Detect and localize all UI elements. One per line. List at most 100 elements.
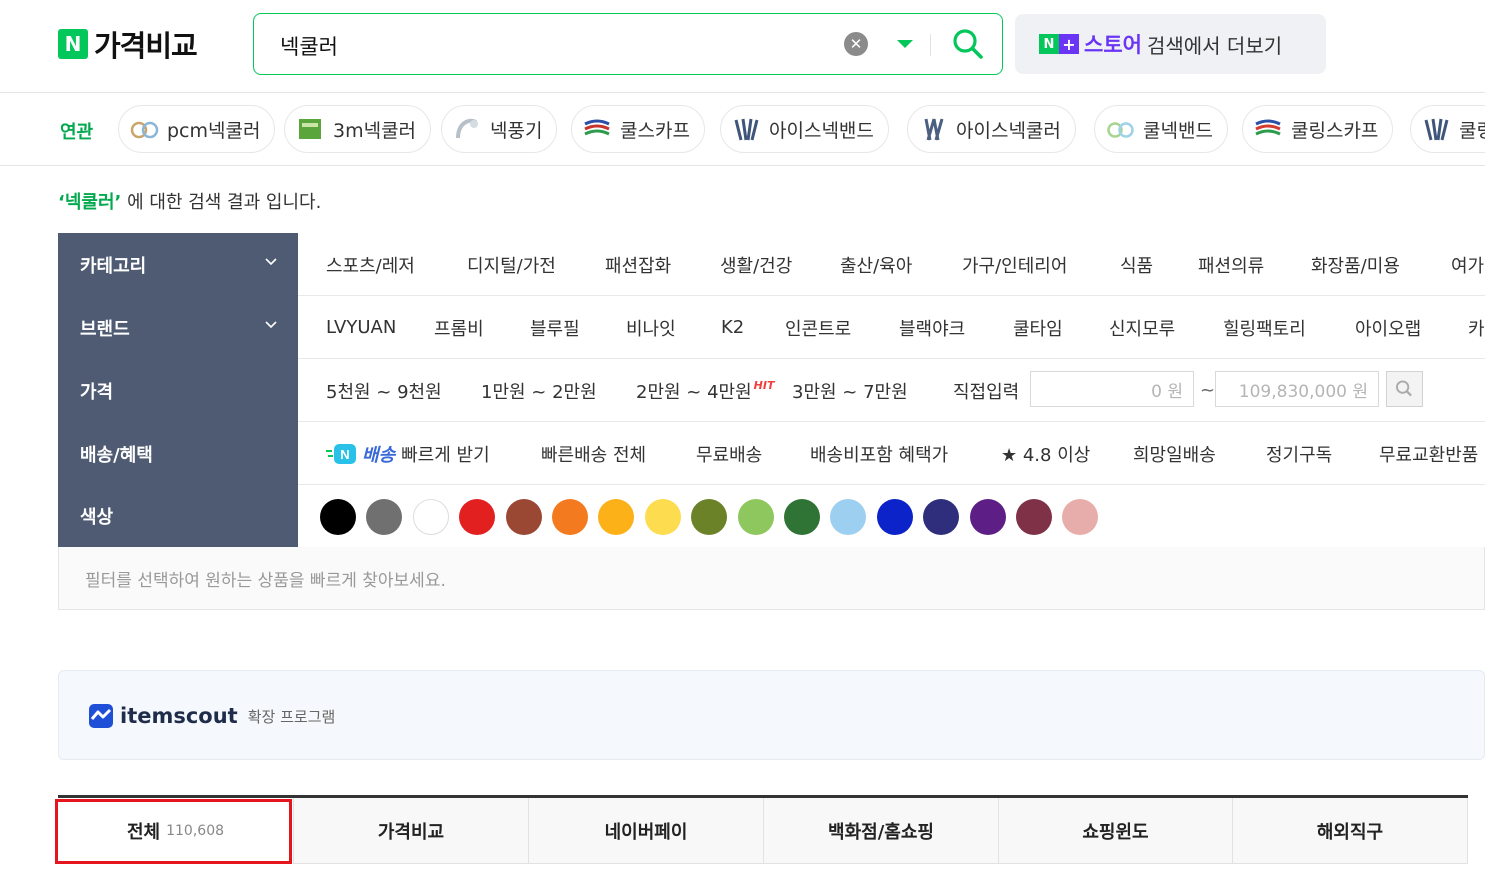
- tab-count: 110,608: [166, 823, 225, 839]
- color-swatch[interactable]: [412, 499, 449, 535]
- filter-option[interactable]: 패션의류: [1198, 233, 1264, 296]
- filter-option[interactable]: 생활/건강: [720, 233, 792, 296]
- filter-option[interactable]: 쿨타임: [1013, 296, 1063, 359]
- tab-naverpay[interactable]: 네이버페이: [529, 798, 764, 864]
- filter-option[interactable]: 블루필: [530, 296, 580, 359]
- cool-neckband-icon: [1107, 122, 1134, 138]
- badge-plus: +: [1059, 34, 1079, 54]
- filter-option[interactable]: 무료교환반품: [1379, 422, 1478, 485]
- related-chip[interactable]: 아이스넥밴드: [720, 105, 889, 153]
- color-swatch[interactable]: [784, 499, 820, 535]
- color-swatch[interactable]: [1062, 499, 1099, 535]
- color-swatch[interactable]: [552, 499, 588, 535]
- filter-option[interactable]: 비나잇: [626, 296, 676, 359]
- filter-header-brand[interactable]: 브랜드: [58, 296, 298, 359]
- chevron-down-icon[interactable]: [264, 255, 278, 269]
- color-swatch[interactable]: [644, 499, 681, 535]
- filter-option[interactable]: 배송비포함 혜택가: [810, 422, 948, 485]
- filter-option[interactable]: 신지모루: [1109, 296, 1175, 359]
- related-keywords-bar: 연관 pcm넥쿨러 3m넥쿨러 넥풍기 쿨스카프 아이스넥밴드 아이스넥쿨러 쿨…: [0, 93, 1485, 166]
- related-chip[interactable]: 쿨링: [1410, 105, 1485, 153]
- filter-option[interactable]: LVYUAN: [326, 296, 396, 359]
- filter-option[interactable]: 5천원 ~ 9천원: [326, 359, 442, 422]
- naver-price-compare-logo[interactable]: N 가격비교: [58, 27, 198, 63]
- autocomplete-toggle-icon[interactable]: [894, 34, 916, 54]
- filter-header-category[interactable]: 카테고리: [58, 233, 298, 296]
- filter-option[interactable]: 출산/육아: [840, 233, 912, 296]
- color-swatch[interactable]: [876, 499, 913, 535]
- filter-option[interactable]: 여가: [1451, 233, 1484, 296]
- header: N 가격비교 넥쿨러 ✕ N + 스토어 검색에서 더보기: [0, 0, 1485, 93]
- result-suffix: 에 대한 검색 결과 입니다.: [121, 192, 322, 213]
- price-separator: ~: [1200, 380, 1216, 401]
- filter-option[interactable]: 힐링팩토리: [1223, 296, 1306, 359]
- filter-option[interactable]: 희망일배송: [1133, 422, 1216, 485]
- filter-option[interactable]: 무료배송: [696, 422, 762, 485]
- filter-option[interactable]: 스포츠/레저: [326, 233, 415, 296]
- color-swatch[interactable]: [320, 499, 356, 535]
- tab-overseas-direct[interactable]: 해외직구: [1233, 798, 1468, 864]
- delivery-brand-label: 배송: [362, 444, 396, 466]
- filter-option[interactable]: 아이오랩: [1355, 296, 1421, 359]
- filter-option[interactable]: 프롬비: [434, 296, 484, 359]
- search-box[interactable]: 넥쿨러 ✕: [253, 13, 1003, 75]
- delivery-option-label: 빠르게 받기: [401, 444, 490, 466]
- tab-department-homeshopping[interactable]: 백화점/홈쇼핑: [764, 798, 999, 864]
- filter-option[interactable]: 가구/인테리어: [962, 233, 1067, 296]
- search-input[interactable]: 넥쿨러: [280, 31, 338, 61]
- color-swatch[interactable]: [923, 499, 960, 535]
- chevron-down-icon[interactable]: [264, 318, 278, 332]
- filter-option[interactable]: 정기구독: [1266, 422, 1332, 485]
- color-swatch[interactable]: [830, 499, 867, 535]
- clear-icon[interactable]: ✕: [844, 32, 868, 56]
- color-swatch[interactable]: [969, 499, 1006, 535]
- related-chip-label: 넥풍기: [490, 119, 543, 142]
- related-chip-label: 쿨링: [1459, 119, 1485, 142]
- tab-shopping-window[interactable]: 쇼핑윈도: [999, 798, 1233, 864]
- filter-option[interactable]: 패션잡화: [605, 233, 671, 296]
- filter-option[interactable]: 빠른배송 전체: [541, 422, 646, 485]
- related-chip[interactable]: 쿨스카프: [571, 105, 705, 153]
- filter-option[interactable]: 인콘트로: [785, 296, 851, 359]
- search-icon[interactable]: [950, 26, 986, 62]
- related-chip[interactable]: 아이스넥쿨러: [907, 105, 1076, 153]
- filter-option[interactable]: 식품: [1120, 233, 1153, 296]
- related-chip[interactable]: 쿨넥밴드: [1094, 105, 1228, 153]
- filter-option[interactable]: 블랙야크: [899, 296, 965, 359]
- color-swatch[interactable]: [737, 499, 774, 535]
- filter-option[interactable]: 카: [1468, 296, 1485, 359]
- filter-option[interactable]: K2: [721, 296, 744, 359]
- color-swatch[interactable]: [691, 499, 728, 535]
- filter-option[interactable]: 1만원 ~ 2만원: [481, 359, 597, 422]
- fast-delivery-option[interactable]: N 배송 빠르게 받기: [326, 422, 490, 485]
- price-search-button[interactable]: [1386, 371, 1423, 407]
- color-swatch[interactable]: [505, 499, 542, 535]
- filter-option[interactable]: ★ 4.8 이상: [1001, 422, 1090, 485]
- neck-fan-icon: [456, 118, 478, 139]
- related-chip[interactable]: 쿨링스카프: [1242, 105, 1394, 153]
- color-swatch[interactable]: [459, 499, 496, 535]
- related-chip[interactable]: pcm넥쿨러: [118, 105, 276, 153]
- related-chip[interactable]: 넥풍기: [441, 105, 558, 153]
- color-swatch[interactable]: [598, 499, 635, 535]
- price-max-input[interactable]: 109,830,000 원: [1215, 371, 1379, 407]
- tab-label: 해외직구: [1316, 821, 1384, 843]
- tab-all[interactable]: 전체 110,608: [58, 798, 294, 864]
- itemscout-logo[interactable]: itemscout 확장 프로그램: [89, 704, 335, 728]
- badge-n: N: [1039, 34, 1059, 54]
- price-option-label: 2만원 ~ 4만원: [636, 381, 752, 403]
- color-swatch[interactable]: [1016, 499, 1052, 535]
- related-chip[interactable]: 3m넥쿨러: [284, 105, 432, 153]
- price-min-input[interactable]: 0 원: [1030, 371, 1194, 407]
- filter-label: 브랜드: [80, 318, 130, 340]
- filter-row-delivery: 배송/혜택 N 배송 빠르게 받기 빠른배송 전체 무료배송 배송비포함 혜택가…: [58, 422, 1485, 485]
- store-more-button[interactable]: N + 스토어 검색에서 더보기: [1015, 14, 1326, 74]
- filter-option[interactable]: 3만원 ~ 7만원: [792, 359, 908, 422]
- filter-option[interactable]: 2만원 ~ 4만원 HIT: [636, 359, 774, 422]
- color-swatch[interactable]: [366, 499, 403, 535]
- store-name: 스토어: [1084, 33, 1142, 57]
- naver-plus-store-icon: N +: [1039, 34, 1079, 54]
- filter-option[interactable]: 디지털/가전: [467, 233, 556, 296]
- filter-option[interactable]: 화장품/미용: [1311, 233, 1400, 296]
- tab-price-compare[interactable]: 가격비교: [294, 798, 529, 864]
